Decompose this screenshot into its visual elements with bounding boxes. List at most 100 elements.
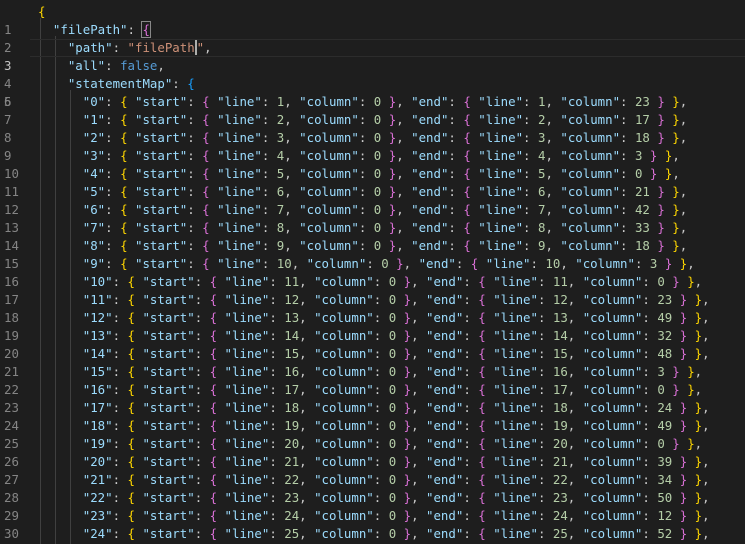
json-key: "column" bbox=[299, 220, 359, 235]
statement-line[interactable]: 28 "22": { "start": { "line": 23, "colum… bbox=[0, 489, 745, 507]
end-line-value: 15 bbox=[552, 346, 568, 361]
statement-line[interactable]: 6 "0": { "start": { "line": 1, "column":… bbox=[0, 93, 745, 111]
json-key: "end" bbox=[426, 310, 464, 325]
json-key: "column" bbox=[299, 184, 359, 199]
end-column-value: 24 bbox=[657, 400, 673, 415]
json-key: "line" bbox=[478, 220, 524, 235]
start-line-value: 21 bbox=[284, 454, 300, 469]
statement-line[interactable]: 8 "2": { "start": { "line": 3, "column":… bbox=[0, 129, 745, 147]
statement-line[interactable]: 13 "7": { "start": { "line": 8, "column"… bbox=[0, 219, 745, 237]
code-line[interactable]: 1 { bbox=[0, 3, 745, 37]
start-line-value: 24 bbox=[284, 508, 300, 523]
json-key: "all" bbox=[67, 58, 106, 73]
statement-line[interactable]: 15 "9": { "start": { "line": 10, "column… bbox=[0, 255, 745, 273]
end-column-value: 21 bbox=[634, 184, 650, 199]
statement-line[interactable]: 16 "10": { "start": { "line": 11, "colum… bbox=[0, 273, 745, 291]
json-key: "column" bbox=[314, 310, 374, 325]
statement-line[interactable]: 20 "14": { "start": { "line": 15, "colum… bbox=[0, 345, 745, 363]
statement-line[interactable]: 11 "5": { "start": { "line": 6, "column"… bbox=[0, 183, 745, 201]
json-key: "end" bbox=[411, 94, 449, 109]
json-key: "column" bbox=[560, 148, 621, 163]
json-key: "column" bbox=[560, 202, 621, 217]
statement-line[interactable]: 12 "6": { "start": { "line": 7, "column"… bbox=[0, 201, 745, 219]
end-line-value: 21 bbox=[552, 454, 568, 469]
statement-line[interactable]: 29 "23": { "start": { "line": 24, "colum… bbox=[0, 507, 745, 525]
json-key: "column" bbox=[582, 328, 643, 343]
code-line[interactable]: 5 "statementMap": { bbox=[0, 75, 745, 109]
statement-line[interactable]: 22 "16": { "start": { "line": 17, "colum… bbox=[0, 381, 745, 399]
statement-line[interactable]: 19 "13": { "start": { "line": 14, "colum… bbox=[0, 327, 745, 345]
json-key: "line" bbox=[478, 202, 524, 217]
statement-line[interactable]: 27 "21": { "start": { "line": 22, "colum… bbox=[0, 471, 745, 489]
statement-id: "18" bbox=[82, 418, 113, 433]
json-key: "end" bbox=[426, 328, 464, 343]
code-line-active[interactable]: 3 "path": "filePath ", bbox=[0, 39, 745, 73]
statement-line[interactable]: 30 "24": { "start": { "line": 25, "colum… bbox=[0, 525, 745, 543]
json-key: "start" bbox=[135, 166, 188, 181]
json-key: "column" bbox=[314, 400, 374, 415]
end-line-value: 17 bbox=[552, 382, 568, 397]
statement-line[interactable]: 26 "20": { "start": { "line": 21, "colum… bbox=[0, 453, 745, 471]
statement-id: "16" bbox=[82, 382, 113, 397]
statement-line[interactable]: 17 "11": { "start": { "line": 12, "colum… bbox=[0, 291, 745, 309]
json-key: "filePath" bbox=[52, 22, 128, 37]
start-column-value: 0 bbox=[373, 166, 382, 181]
line-number: 11 bbox=[4, 184, 19, 199]
json-key: "column" bbox=[582, 274, 643, 289]
json-key: "line" bbox=[478, 112, 524, 127]
end-column-value: 49 bbox=[657, 310, 673, 325]
start-column-value: 0 bbox=[388, 364, 397, 379]
statement-line[interactable]: 14 "8": { "start": { "line": 9, "column"… bbox=[0, 237, 745, 255]
statement-line[interactable]: 24 "18": { "start": { "line": 19, "colum… bbox=[0, 417, 745, 435]
json-key: "column" bbox=[314, 436, 374, 451]
statement-line[interactable]: 7 "1": { "start": { "line": 2, "column":… bbox=[0, 111, 745, 129]
json-key: "line" bbox=[224, 436, 270, 451]
json-key: "line" bbox=[493, 472, 538, 487]
code-line[interactable]: 2 "filePath": { bbox=[0, 21, 745, 55]
start-column-value: 0 bbox=[373, 112, 382, 127]
statement-id: "6" bbox=[82, 202, 106, 217]
json-key: "line" bbox=[493, 382, 538, 397]
end-line-value: 16 bbox=[552, 364, 568, 379]
end-column-value: 52 bbox=[657, 526, 673, 541]
statement-id: "21" bbox=[82, 472, 113, 487]
json-key: "line" bbox=[224, 328, 270, 343]
start-column-value: 0 bbox=[388, 454, 397, 469]
line-number: 19 bbox=[4, 328, 19, 343]
json-key: "column" bbox=[582, 436, 643, 451]
json-key: "column" bbox=[314, 382, 374, 397]
json-key: "column" bbox=[560, 166, 621, 181]
statement-line[interactable]: 21 "15": { "start": { "line": 16, "colum… bbox=[0, 363, 745, 381]
json-key: "end" bbox=[426, 400, 464, 415]
json-key: "column" bbox=[314, 364, 374, 379]
end-column-value: 49 bbox=[657, 418, 673, 433]
json-key: "column" bbox=[582, 454, 643, 469]
end-column-value: 0 bbox=[657, 274, 665, 289]
statement-line[interactable]: 18 "12": { "start": { "line": 13, "colum… bbox=[0, 309, 745, 327]
json-key: "line" bbox=[217, 184, 262, 199]
statement-line[interactable]: 9 "3": { "start": { "line": 4, "column":… bbox=[0, 147, 745, 165]
statement-line[interactable]: 10 "4": { "start": { "line": 5, "column"… bbox=[0, 165, 745, 183]
json-key: "line" bbox=[493, 526, 538, 541]
json-key: "end" bbox=[426, 382, 464, 397]
statement-line[interactable]: 23 "17": { "start": { "line": 18, "colum… bbox=[0, 399, 745, 417]
code-line[interactable]: 4 "all": false, bbox=[0, 57, 745, 91]
json-key: "column" bbox=[299, 94, 359, 109]
json-key: "start" bbox=[135, 220, 188, 235]
line-number: 17 bbox=[4, 292, 19, 307]
json-key: "line" bbox=[217, 256, 262, 271]
statement-id: "3" bbox=[82, 148, 106, 163]
json-key: "end" bbox=[426, 472, 464, 487]
json-string: "filePath bbox=[127, 40, 195, 55]
start-line-value: 19 bbox=[284, 418, 300, 433]
json-key: "end" bbox=[426, 436, 464, 451]
line-number: 27 bbox=[4, 472, 19, 487]
json-key: "start" bbox=[142, 382, 195, 397]
code-editor[interactable]: 1 { 2 "filePath": { 3 "path": "filePath "… bbox=[0, 0, 745, 544]
line-number: 8 bbox=[4, 130, 12, 145]
line-number: 10 bbox=[4, 166, 19, 181]
line-number: 14 bbox=[4, 238, 19, 253]
json-key: "end" bbox=[426, 346, 464, 361]
json-key: "line" bbox=[224, 490, 270, 505]
statement-line[interactable]: 25 "19": { "start": { "line": 20, "colum… bbox=[0, 435, 745, 453]
